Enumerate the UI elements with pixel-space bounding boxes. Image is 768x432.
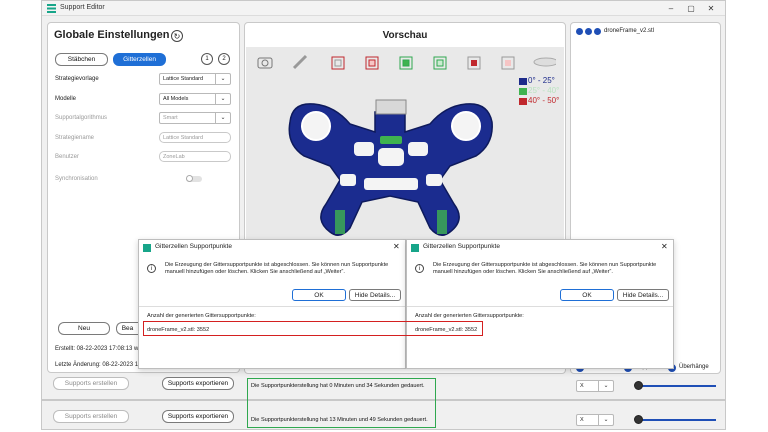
- hide-details-button-2[interactable]: Hide Details...: [617, 289, 669, 301]
- clip-slider[interactable]: [638, 385, 716, 387]
- window-title: Support Editor: [60, 4, 105, 11]
- step-1-button[interactable]: 1: [201, 53, 213, 65]
- app-icon: [411, 244, 419, 252]
- models-value: All Models: [163, 96, 189, 102]
- dialog-2: Gitterzellen Supportpunkte ✕ i Die Erzeu…: [406, 239, 674, 369]
- algorithm-label: Supportalgorithmus: [55, 115, 108, 121]
- close-icon[interactable]: ✕: [661, 242, 668, 251]
- strategy-template-value: Lattice Standard: [163, 76, 204, 82]
- created-text: Erstellt: 08-22-2023 17:08:13 w: [55, 346, 139, 352]
- view-cube-right-icon[interactable]: [433, 56, 447, 70]
- dialog-message-2: Die Erzeugung der Gittersupportpunkte is…: [433, 262, 657, 275]
- strategy-template-select[interactable]: Lattice Standard ⌄: [159, 73, 231, 85]
- view-cube-front-icon[interactable]: [331, 56, 345, 70]
- sync-toggle[interactable]: [186, 175, 202, 182]
- tab-gitterzellen[interactable]: Gitterzellen: [113, 53, 166, 66]
- chevron-down-icon: ⌄: [598, 381, 613, 391]
- chevron-down-icon: ⌄: [215, 74, 230, 84]
- strategy-template-label: Strategievorlage: [55, 76, 99, 82]
- modified-text: Letzte Änderung: 08-22-2023 12: [55, 362, 142, 368]
- panel-title: Globale Einstellungen: [54, 29, 170, 41]
- app-icon: [143, 244, 151, 252]
- models-select[interactable]: All Models ⌄: [159, 93, 231, 105]
- legend-mid: 25° - 40°: [528, 86, 560, 95]
- create-supports-button-2[interactable]: Supports erstellen: [53, 410, 129, 423]
- new-button[interactable]: Neu: [58, 322, 110, 335]
- dialog-title: Gitterzellen Supportpunkte: [155, 243, 232, 250]
- info-icon: i: [415, 264, 424, 273]
- hide-details-button[interactable]: Hide Details...: [349, 289, 401, 301]
- axis-value: X: [580, 383, 584, 389]
- user-input[interactable]: ZoneLab: [159, 151, 231, 162]
- create-supports-button[interactable]: Supports erstellen: [53, 377, 129, 390]
- camera-icon[interactable]: [257, 57, 273, 69]
- legend-swatch-high: [519, 98, 527, 105]
- info-icon: i: [147, 264, 156, 273]
- sync-label: Synchronisation: [55, 176, 98, 182]
- axis-value-2: X: [580, 417, 584, 423]
- model-file-item[interactable]: droneFrame_v2.stl: [604, 28, 654, 34]
- strategy-name-input[interactable]: Lattice Standard: [159, 132, 231, 143]
- title-bar: Support Editor – ▢ ✕: [42, 1, 725, 16]
- build-plate-icon[interactable]: [533, 57, 556, 67]
- app-icon: [47, 4, 56, 13]
- chevron-down-icon: ⌄: [598, 415, 613, 425]
- dialog-title-2: Gitterzellen Supportpunkte: [423, 243, 500, 250]
- edit-button[interactable]: Bea: [116, 322, 138, 335]
- close-icon[interactable]: ✕: [704, 3, 718, 14]
- minimize-icon[interactable]: –: [664, 3, 678, 14]
- view-toolbar: [257, 54, 556, 70]
- user-label: Benutzer: [55, 154, 80, 160]
- dialog-message: Die Erzeugung der Gittersupportpunkte is…: [165, 262, 389, 275]
- log-line-2: Die Supportpunkterstellung hat 13 Minute…: [251, 417, 428, 423]
- details-area: Anzahl der generierten Gittersupportpunk…: [139, 306, 405, 368]
- legend-high: 40° - 50°: [528, 96, 560, 105]
- tab-staebchen[interactable]: Stäbchen: [55, 53, 108, 66]
- maximize-icon[interactable]: ▢: [684, 3, 698, 14]
- chevron-down-icon: ⌄: [215, 94, 230, 104]
- details-header: Anzahl der generierten Gittersupportpunk…: [147, 313, 256, 319]
- drone-frame-model: [288, 99, 493, 236]
- strategy-name-label: Strategiename: [55, 135, 95, 141]
- axis-select[interactable]: X ⌄: [576, 380, 614, 392]
- view-cube-bottom-icon[interactable]: [501, 56, 515, 70]
- legend-swatch-mid: [519, 88, 527, 95]
- view-cube-back-icon[interactable]: [365, 56, 379, 70]
- clip-slider-2[interactable]: [638, 419, 716, 421]
- view-cube-top-icon[interactable]: [467, 56, 481, 70]
- radio-overhang-label: Überhänge: [679, 364, 709, 370]
- count-highlight: [143, 321, 483, 336]
- export-supports-button-2[interactable]: Supports exportieren: [162, 410, 234, 423]
- toggle-knob: [186, 175, 193, 182]
- dialog-1: Gitterzellen Supportpunkte ✕ i Die Erzeu…: [138, 239, 406, 369]
- models-label: Modelle: [55, 96, 77, 102]
- step-2-button[interactable]: 2: [218, 53, 230, 65]
- select-icon[interactable]: [594, 28, 601, 35]
- view-cube-left-icon[interactable]: [399, 56, 413, 70]
- algorithm-select[interactable]: Smart ⌄: [159, 112, 231, 124]
- slider-knob-2[interactable]: [634, 415, 643, 424]
- export-supports-button[interactable]: Supports exportieren: [162, 377, 234, 390]
- ruler-icon[interactable]: [292, 54, 308, 70]
- legend-low: 0° - 25°: [528, 76, 555, 85]
- details-area-2: Anzahl der generierten Gittersupportpunk…: [407, 306, 673, 368]
- ok-button[interactable]: OK: [292, 289, 346, 301]
- algorithm-value: Smart: [163, 115, 178, 121]
- axis-select-2[interactable]: X ⌄: [576, 414, 614, 426]
- legend-swatch-low: [519, 78, 527, 85]
- preview-title: Vorschau: [382, 30, 428, 41]
- ok-button-2[interactable]: OK: [560, 289, 614, 301]
- visible-icon[interactable]: [576, 28, 583, 35]
- details-header-2: Anzahl der generierten Gittersupportpunk…: [415, 313, 524, 319]
- log-line-1: Die Supportpunkterstellung hat 0 Minuten…: [251, 383, 425, 389]
- refresh-icon[interactable]: ↻: [171, 30, 183, 42]
- slider-knob[interactable]: [634, 381, 643, 390]
- close-icon[interactable]: ✕: [393, 242, 400, 251]
- chevron-down-icon: ⌄: [215, 113, 230, 123]
- lock-icon[interactable]: [585, 28, 592, 35]
